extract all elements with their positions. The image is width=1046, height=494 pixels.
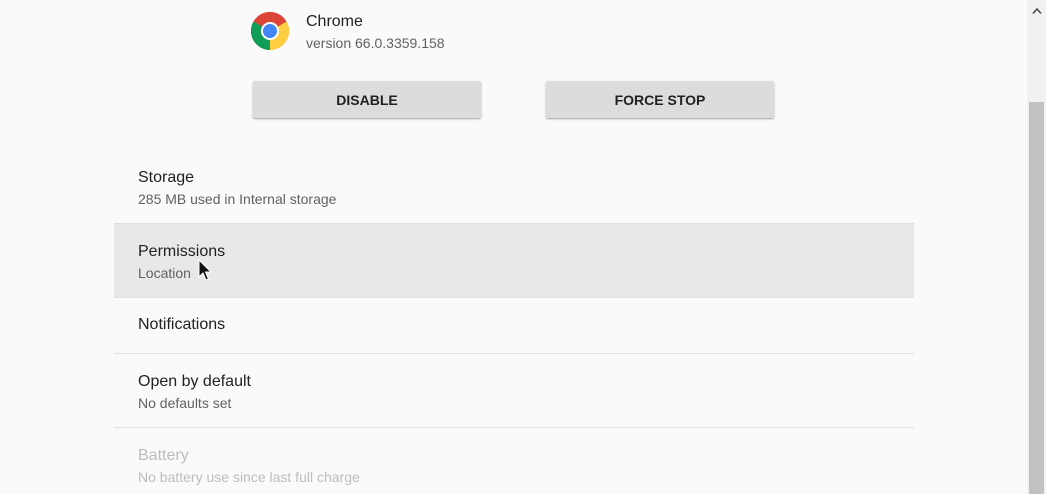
- chrome-logo-icon: [251, 12, 289, 50]
- list-item-battery: Battery No battery use since last full c…: [114, 428, 914, 494]
- app-name: Chrome: [306, 13, 363, 30]
- app-version: version 66.0.3359.158: [306, 35, 445, 51]
- list-item-open-by-default[interactable]: Open by default No defaults set: [114, 354, 914, 427]
- permissions-subtitle: Location: [138, 265, 191, 281]
- open-by-default-title: Open by default: [138, 373, 251, 390]
- app-header: Chrome version 66.0.3359.158: [250, 10, 650, 54]
- battery-title: Battery: [138, 447, 189, 464]
- force-stop-button[interactable]: FORCE STOP: [546, 81, 774, 118]
- list-item-notifications[interactable]: Notifications: [114, 298, 914, 353]
- app-settings-list: Storage 285 MB used in Internal storage …: [114, 150, 914, 494]
- list-item-storage[interactable]: Storage 285 MB used in Internal storage: [114, 150, 914, 223]
- mouse-pointer-icon: [198, 259, 213, 281]
- app-info-page: Chrome version 66.0.3359.158 DISABLE FOR…: [0, 0, 1046, 494]
- list-item-permissions[interactable]: Permissions Location: [114, 224, 914, 297]
- storage-subtitle: 285 MB used in Internal storage: [138, 191, 337, 207]
- disable-button[interactable]: DISABLE: [253, 81, 481, 118]
- scroll-up-arrow-icon[interactable]: [1027, 2, 1046, 20]
- open-by-default-subtitle: No defaults set: [138, 395, 232, 411]
- scrollbar-thumb[interactable]: [1029, 102, 1044, 494]
- storage-title: Storage: [138, 169, 195, 186]
- battery-subtitle: No battery use since last full charge: [138, 469, 360, 485]
- notifications-title: Notifications: [138, 316, 226, 333]
